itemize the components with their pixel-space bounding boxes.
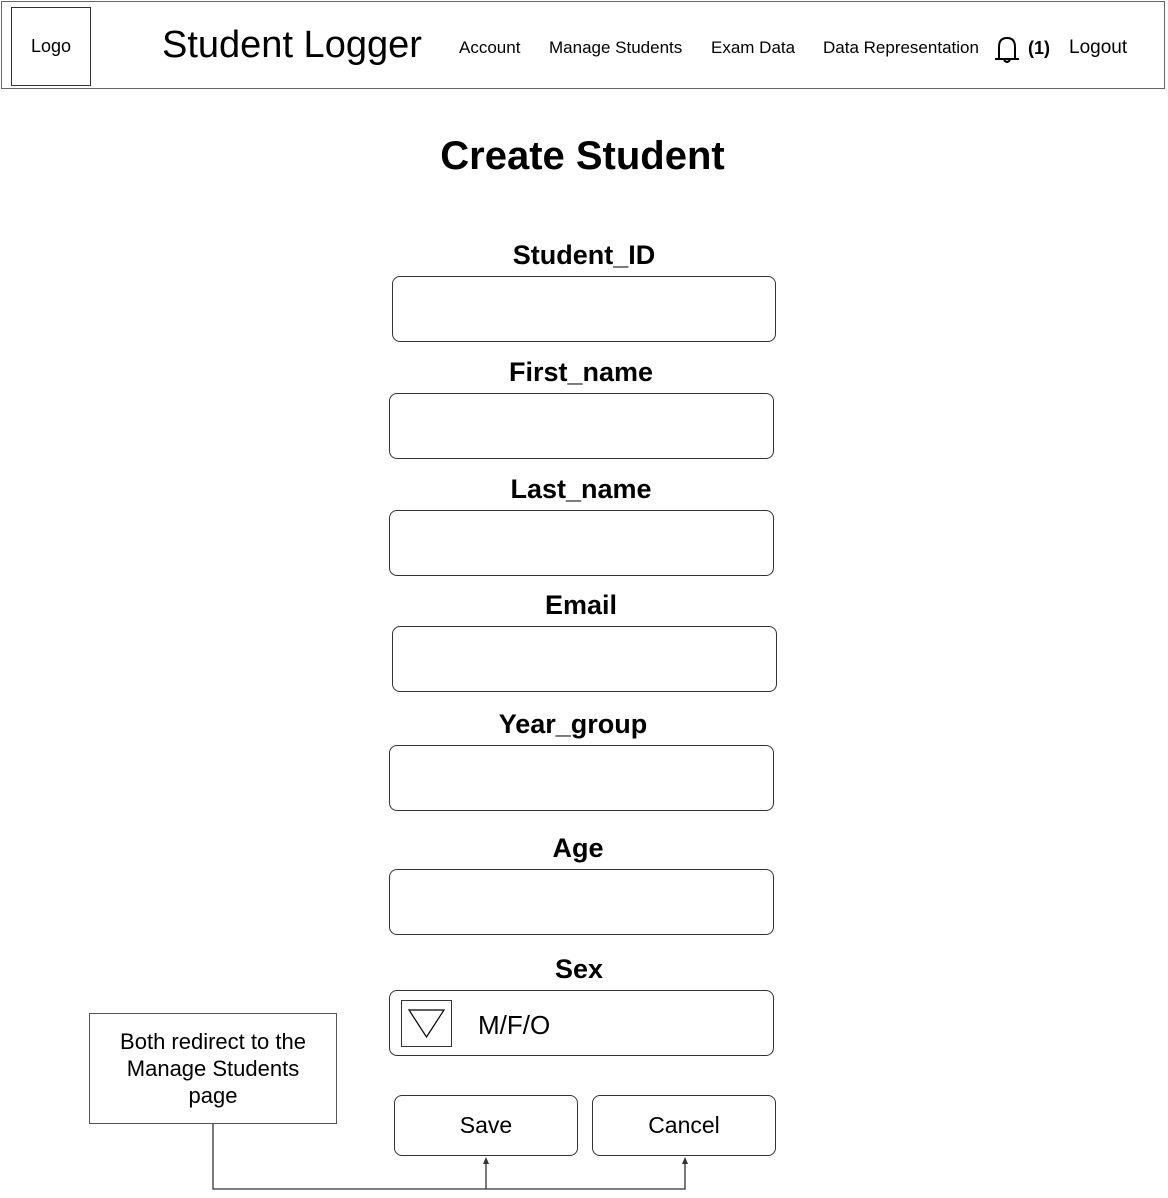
first-name-label: First_name	[508, 357, 654, 387]
age-label: Age	[552, 833, 604, 863]
sex-select-value: M/F/O	[478, 1010, 551, 1040]
logo[interactable]: Logo	[11, 7, 91, 86]
nav-manage-students[interactable]: Manage Students	[549, 38, 682, 58]
nav-data-representation[interactable]: Data Representation	[823, 38, 979, 58]
triangle-down-icon	[407, 1009, 446, 1039]
bell-icon[interactable]	[993, 35, 1021, 65]
sex-label: Sex	[554, 954, 604, 984]
last-name-label: Last_name	[510, 474, 652, 504]
last-name-input[interactable]	[389, 510, 774, 576]
save-button[interactable]: Save	[394, 1095, 578, 1156]
cancel-button[interactable]: Cancel	[592, 1095, 776, 1156]
annotation-note: Both redirect to the Manage Students pag…	[89, 1013, 337, 1124]
dropdown-toggle-button[interactable]	[401, 1000, 452, 1047]
header-bar: Logo Student Logger Account Manage Stude…	[1, 1, 1165, 89]
logout-link[interactable]: Logout	[1069, 37, 1127, 59]
student-id-input[interactable]	[392, 276, 776, 342]
year-group-label: Year_group	[498, 709, 648, 739]
email-label: Email	[544, 590, 618, 620]
page-title: Create Student	[440, 134, 725, 178]
first-name-input[interactable]	[389, 393, 774, 459]
student-id-label: Student_ID	[512, 240, 656, 270]
notification-count: (1)	[1028, 38, 1050, 58]
email-input[interactable]	[392, 626, 777, 692]
nav-account[interactable]: Account	[459, 38, 520, 58]
app-title: Student Logger	[162, 24, 422, 66]
sex-select[interactable]: M/F/O	[389, 990, 774, 1056]
nav-exam-data[interactable]: Exam Data	[711, 38, 795, 58]
age-input[interactable]	[389, 869, 774, 935]
year-group-input[interactable]	[389, 745, 774, 811]
